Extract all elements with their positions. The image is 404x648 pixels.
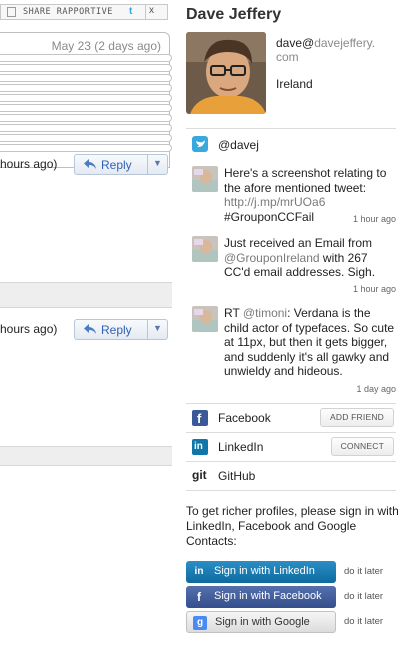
do-it-later-link[interactable]: do it later: [344, 566, 383, 577]
connect-button[interactable]: CONNECT: [330, 437, 394, 456]
signin-linkedin-row: in Sign in with LinkedIn do it later: [186, 561, 400, 583]
message-time: hours ago): [0, 157, 58, 171]
tweet-item: Just received an Email from @GrouponIrel…: [192, 236, 396, 298]
tweet-body: #GrouponCCFail: [224, 209, 315, 224]
do-it-later-link[interactable]: do it later: [344, 616, 383, 627]
facebook-row[interactable]: f Facebook ADD FRIEND: [192, 408, 398, 428]
signin-google-row: g Sign in with Google do it later: [186, 611, 400, 633]
message-footer-band: [0, 446, 172, 466]
do-it-later-link[interactable]: do it later: [344, 591, 383, 602]
collapsed-message-edge[interactable]: [0, 144, 172, 152]
tweet-body: Just received an Email from: [224, 236, 373, 250]
share-rapportive-bar[interactable]: SHARE RAPPORTIVE t x: [0, 4, 168, 20]
facebook-label: Facebook: [218, 411, 271, 425]
reply-button-group: Reply ▼: [74, 319, 168, 340]
contact-avatar[interactable]: [186, 32, 266, 114]
linkedin-label: LinkedIn: [218, 440, 264, 454]
tweet-time[interactable]: 1 hour ago: [353, 284, 396, 294]
linkedin-icon: in: [192, 439, 208, 455]
message-time: hours ago): [0, 322, 58, 336]
avatar-photo: [186, 32, 266, 114]
contact-email[interactable]: dave@davejeffery. com: [276, 36, 375, 64]
section-divider: [186, 432, 396, 433]
message-date: May 23 (2 days ago): [51, 39, 161, 53]
section-divider: [186, 490, 396, 491]
reply-arrow-icon: [84, 159, 96, 169]
signin-facebook-row: f Sign in with Facebook do it later: [186, 586, 400, 608]
sign-in-linkedin-label: Sign in with LinkedIn: [214, 565, 315, 577]
reply-button[interactable]: Reply: [75, 155, 147, 174]
collapsed-message-edge[interactable]: [0, 134, 172, 142]
section-divider: [186, 403, 396, 404]
github-row[interactable]: git GitHub: [192, 466, 398, 486]
rapportive-logo-icon: [7, 7, 16, 17]
tweet-avatar: [192, 166, 218, 192]
reply-label: Reply: [101, 158, 132, 172]
tweet-item: RT @timoni: Verdana is the child actor o…: [192, 306, 396, 398]
tweet-body: RT: [224, 306, 243, 320]
rapportive-sidebar: Dave Jeffery dave@davejeffery. com Irela…: [178, 0, 404, 648]
tweet-text: Just received an Email from @GrouponIrel…: [224, 236, 396, 280]
collapsed-message-edge[interactable]: [0, 114, 172, 122]
gmail-conversation-pane: SHARE RAPPORTIVE t x May 23 (2 days ago)…: [0, 0, 172, 648]
sign-in-google-label: Sign in with Google: [215, 616, 310, 628]
tweet-item: Here's a screenshot relating to the afor…: [192, 166, 396, 228]
tweet-body: Here's a screenshot relating to the afor…: [224, 166, 387, 195]
tweet-text: RT @timoni: Verdana is the child actor o…: [224, 306, 396, 379]
email-user: dave@: [276, 36, 315, 50]
close-icon[interactable]: x: [149, 5, 154, 16]
google-icon: g: [193, 616, 207, 630]
tweet-time[interactable]: 1 day ago: [356, 384, 396, 394]
facebook-icon: f: [192, 410, 208, 426]
twitter-section-header[interactable]: @davej: [192, 136, 392, 154]
github-icon: git: [192, 468, 208, 484]
chevron-down-icon: ▼: [153, 323, 162, 333]
section-divider: [186, 461, 396, 462]
reply-arrow-icon: [84, 324, 96, 334]
twitter-handle: @davej: [218, 138, 259, 152]
section-divider: [186, 128, 396, 129]
collapsed-message-edge[interactable]: [0, 124, 172, 132]
collapsed-message-edge[interactable]: [0, 74, 172, 82]
github-label: GitHub: [218, 469, 256, 483]
twitter-share-icon[interactable]: t: [129, 6, 132, 17]
share-bar-divider: [145, 5, 146, 19]
facebook-icon: f: [197, 590, 201, 604]
reply-button-group: Reply ▼: [74, 154, 168, 175]
github-icon-text: git: [192, 468, 207, 482]
chevron-down-icon: ▼: [153, 158, 162, 168]
email-domain: davejeffery.: [314, 36, 376, 50]
sign-in-facebook-label: Sign in with Facebook: [214, 590, 322, 602]
twitter-icon: [192, 136, 208, 152]
collapsed-message-edge[interactable]: [0, 94, 172, 102]
linkedin-icon: in: [194, 566, 204, 577]
reply-button[interactable]: Reply: [75, 320, 147, 339]
tweet-mention[interactable]: @timoni: [243, 306, 287, 320]
collapsed-message-edge[interactable]: [0, 64, 172, 72]
tweet-avatar: [192, 236, 218, 262]
sign-in-linkedin-button[interactable]: in Sign in with LinkedIn: [186, 561, 336, 583]
tweet-link[interactable]: http://j.mp/mrUOa6: [224, 195, 325, 209]
tweet-mention[interactable]: @GrouponIreland: [224, 251, 320, 265]
reply-options-dropdown[interactable]: ▼: [148, 320, 167, 339]
collapsed-message-edge[interactable]: [0, 84, 172, 92]
reply-options-dropdown[interactable]: ▼: [148, 155, 167, 174]
collapsed-message-edge[interactable]: [0, 54, 172, 62]
contact-location: Ireland: [276, 77, 313, 91]
reply-label: Reply: [101, 323, 132, 337]
signin-prompt: To get richer profiles, please sign in w…: [186, 504, 399, 548]
contact-name: Dave Jeffery: [186, 6, 282, 23]
add-friend-button[interactable]: ADD FRIEND: [320, 408, 394, 427]
share-rapportive-label: SHARE RAPPORTIVE: [23, 7, 113, 17]
sign-in-facebook-button[interactable]: f Sign in with Facebook: [186, 586, 336, 608]
message-footer-band: [0, 282, 172, 308]
sign-in-google-button[interactable]: g Sign in with Google: [186, 611, 336, 633]
email-domain-tld: com: [276, 50, 299, 64]
collapsed-message-edge[interactable]: [0, 104, 172, 112]
linkedin-row[interactable]: in LinkedIn CONNECT: [192, 437, 398, 457]
tweet-time[interactable]: 1 hour ago: [353, 214, 396, 224]
tweet-avatar: [192, 306, 218, 332]
